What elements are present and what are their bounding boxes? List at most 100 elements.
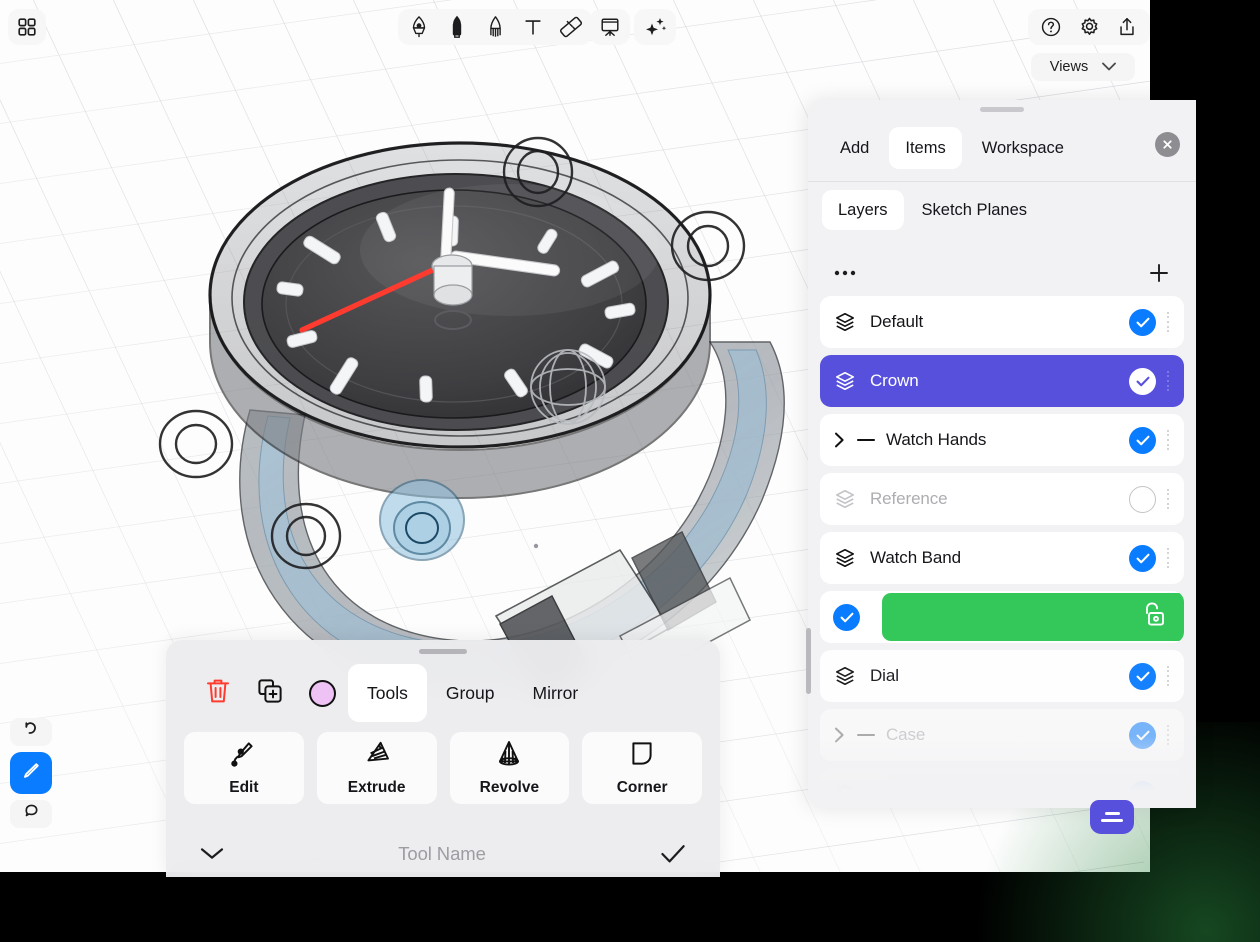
drag-handle[interactable] <box>1160 783 1176 805</box>
panel-scrollbar[interactable] <box>806 628 811 694</box>
tool-panel-drag-handle[interactable] <box>419 649 467 654</box>
tool-card-row: Edit Extrude Revolve Corner <box>166 732 720 804</box>
delete-button[interactable] <box>192 667 244 719</box>
marker-icon[interactable] <box>438 10 476 44</box>
drag-handle[interactable] <box>1160 488 1176 510</box>
layers-stack-icon <box>834 488 856 510</box>
drag-handle[interactable] <box>1160 724 1176 746</box>
tool-label: Revolve <box>479 779 540 796</box>
subtab-layers[interactable]: Layers <box>822 190 904 230</box>
comment-button[interactable] <box>10 800 52 828</box>
visibility-checkbox[interactable] <box>1129 308 1156 336</box>
layer-row-reference[interactable]: Reference <box>820 473 1184 525</box>
draw-tool-button[interactable] <box>10 752 52 794</box>
layer-row-dial[interactable]: Dial <box>820 650 1184 702</box>
layers-stack-icon <box>834 311 856 333</box>
layers-stack-icon <box>834 547 856 569</box>
layer-name: Watch Hands <box>886 430 987 449</box>
ellipsis-icon[interactable] <box>834 269 858 277</box>
panel-drag-handle[interactable] <box>980 107 1024 112</box>
drag-handle[interactable] <box>1160 665 1176 687</box>
help-icon[interactable] <box>1032 10 1070 44</box>
subtab-sketch-planes[interactable]: Sketch Planes <box>906 190 1043 230</box>
easel-icon[interactable] <box>591 10 629 44</box>
tab-add[interactable]: Add <box>824 127 885 169</box>
chevron-right-icon[interactable] <box>834 432 856 448</box>
share-icon[interactable] <box>1108 10 1146 44</box>
duplicate-button[interactable] <box>244 667 296 719</box>
tool-panel-footer: Tool Name <box>166 830 720 877</box>
tab-tools[interactable]: Tools <box>348 664 427 722</box>
layer-row-watch-band[interactable]: Watch Band <box>820 532 1184 584</box>
layer-list[interactable]: Default Crown Watch Hands Reference Watc… <box>808 296 1196 808</box>
tool-corner[interactable]: Corner <box>582 732 702 804</box>
apps-grid-button[interactable] <box>8 9 46 45</box>
presentation-button[interactable] <box>590 9 630 45</box>
keyboard-icon <box>1104 812 1120 815</box>
undo-button[interactable] <box>10 718 52 746</box>
visibility-checkbox[interactable] <box>1129 780 1156 808</box>
tool-panel-top-row: Tools Group Mirror <box>166 662 720 724</box>
layer-name: Pins <box>870 784 903 803</box>
visibility-checkbox[interactable] <box>1129 662 1156 690</box>
pen-nib-icon[interactable] <box>400 10 438 44</box>
color-button[interactable] <box>296 667 348 719</box>
layer-row-default[interactable]: Default <box>820 296 1184 348</box>
chevron-right-icon[interactable] <box>834 727 856 743</box>
ai-assist-button[interactable] <box>634 9 676 45</box>
chevron-down-icon <box>1102 59 1117 75</box>
panel-tab-bar: Add Items Workspace <box>808 116 1196 180</box>
unlock-icon <box>1139 600 1166 635</box>
visibility-checkbox[interactable] <box>1129 721 1156 749</box>
visibility-checkbox[interactable] <box>1129 367 1156 395</box>
tab-items[interactable]: Items <box>889 127 962 169</box>
drag-handle[interactable] <box>1160 547 1176 569</box>
drag-handle[interactable] <box>1160 311 1176 333</box>
layer-row-case[interactable]: Case <box>820 709 1184 761</box>
layer-name: Default <box>870 312 924 331</box>
visibility-checkbox[interactable] <box>1129 544 1156 572</box>
tool-label: Corner <box>616 779 668 796</box>
layer-row-swipe-action[interactable] <box>820 591 1184 643</box>
tool-extrude[interactable]: Extrude <box>316 732 437 804</box>
checkmark-icon[interactable] <box>660 843 686 865</box>
layers-stack-icon <box>834 665 856 687</box>
drag-handle[interactable] <box>1160 429 1176 451</box>
tab-workspace[interactable]: Workspace <box>966 127 1080 169</box>
crown-geometry <box>379 479 465 561</box>
gear-icon[interactable] <box>1070 10 1108 44</box>
sparkles-icon[interactable] <box>636 10 674 44</box>
ruler-icon[interactable] <box>552 10 590 44</box>
tool-name-label: Tool Name <box>398 842 486 864</box>
pencil-icon <box>20 760 42 787</box>
plus-icon[interactable] <box>1148 262 1170 284</box>
chevron-down-icon[interactable] <box>200 847 224 860</box>
drag-handle[interactable] <box>1160 370 1176 392</box>
layer-row-watch-hands[interactable]: Watch Hands <box>820 414 1184 466</box>
views-dropdown[interactable]: Views <box>1031 53 1135 81</box>
layer-row-crown[interactable]: Crown <box>820 355 1184 407</box>
layer-name: Watch Band <box>870 548 961 567</box>
layers-stack-icon <box>834 783 856 805</box>
watch-3d-model[interactable] <box>150 80 870 700</box>
items-panel: Add Items Workspace Layers Sketch Planes <box>808 100 1196 808</box>
visibility-checkbox[interactable] <box>833 603 860 631</box>
tab-mirror[interactable]: Mirror <box>514 664 598 722</box>
pencil-icon[interactable] <box>476 10 514 44</box>
visibility-checkbox[interactable] <box>1129 426 1156 454</box>
duplicate-icon <box>257 678 283 709</box>
layer-name: Case <box>886 725 926 744</box>
close-icon[interactable] <box>1155 132 1180 157</box>
grid-apps-icon[interactable] <box>8 10 46 44</box>
visibility-checkbox[interactable] <box>1129 485 1156 513</box>
text-icon[interactable] <box>514 10 552 44</box>
unlock-action-button[interactable] <box>882 593 1184 641</box>
layer-name: Dial <box>870 666 899 685</box>
panel-subtab-bar: Layers Sketch Planes <box>822 190 1043 230</box>
keyboard-button[interactable] <box>1090 800 1134 834</box>
tab-group[interactable]: Group <box>427 664 514 722</box>
tool-revolve[interactable]: Revolve <box>449 732 570 804</box>
tool-label: Extrude <box>347 779 406 796</box>
group-dash-icon <box>856 733 886 737</box>
tool-edit[interactable]: Edit <box>184 732 304 804</box>
